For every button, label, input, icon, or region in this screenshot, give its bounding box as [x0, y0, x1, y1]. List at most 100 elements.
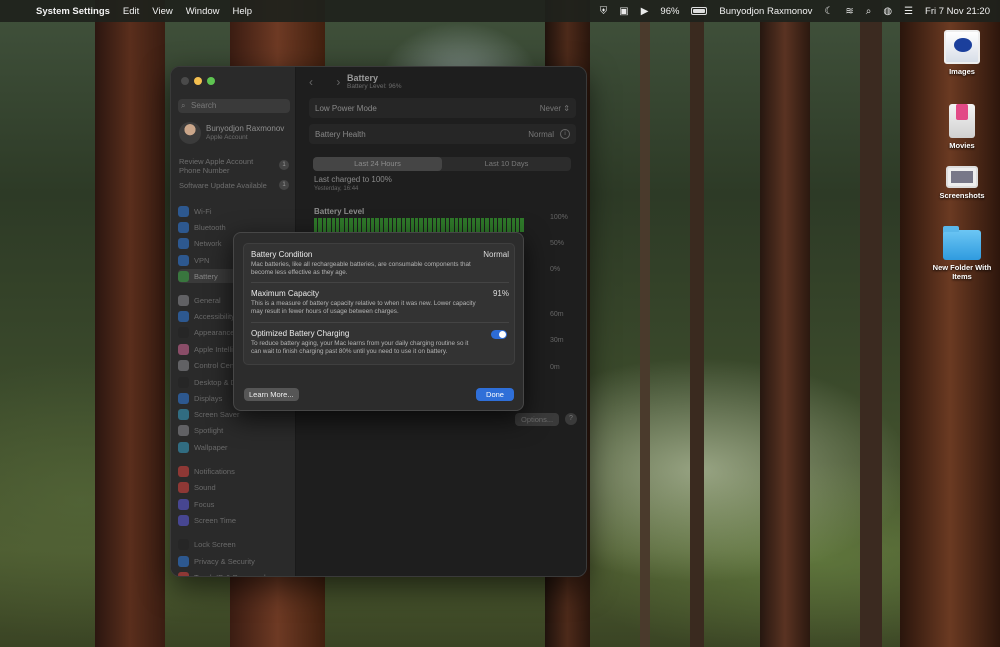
help-button[interactable]: ?: [565, 413, 577, 425]
battery-level-bar: [507, 218, 511, 232]
battery-level-bar: [485, 218, 489, 232]
desktop-icon-new-folder[interactable]: New Folder With Items: [924, 226, 1000, 281]
settings-icon: [178, 514, 189, 526]
desktop-icon-label: Movies: [949, 141, 975, 150]
menu-help[interactable]: Help: [233, 6, 253, 17]
pct-label-100: 100%: [550, 214, 568, 221]
sidebar-item-label: Battery: [194, 271, 218, 281]
done-button[interactable]: Done: [476, 388, 514, 401]
battery-level-bar: [379, 218, 384, 232]
avatar: [179, 122, 201, 144]
sidebar-item-sound[interactable]: Sound: [178, 480, 290, 494]
battery-level-bar: [335, 218, 340, 232]
sidebar-item-wi-fi[interactable]: Wi-Fi: [178, 204, 290, 218]
settings-icon: [178, 359, 189, 371]
account-subtitle: Apple Account: [206, 134, 248, 141]
wifi-icon[interactable]: ≋: [845, 6, 853, 17]
control-centre-icon[interactable]: ☰: [904, 6, 913, 17]
sidebar-item-label: Displays: [194, 393, 223, 403]
play-icon[interactable]: ▶: [641, 6, 649, 17]
battery-level-bar: [349, 218, 353, 232]
siri-icon[interactable]: ◍: [883, 6, 892, 17]
menu-view[interactable]: View: [152, 6, 172, 17]
app-menu[interactable]: System Settings: [36, 6, 110, 17]
sidebar-item-screen-time[interactable]: Screen Time: [178, 513, 290, 527]
battery-level-bar: [441, 218, 445, 232]
review-account-line2[interactable]: Phone Number: [179, 166, 229, 175]
menu-window[interactable]: Window: [186, 6, 220, 17]
battery-level-bar: [458, 218, 463, 232]
sidebar-item-focus[interactable]: Focus: [178, 497, 290, 511]
battery-health-row: Battery Health Normal i: [309, 124, 576, 144]
battery-level-bar: [445, 218, 450, 232]
optimized-charging-toggle[interactable]: [491, 330, 507, 339]
divider: [251, 322, 509, 323]
search-input[interactable]: ⌕ Search: [178, 99, 290, 113]
sticky-icon[interactable]: ▣: [619, 6, 628, 17]
battery-level-bar: [375, 218, 379, 232]
sidebar-item-privacy-security[interactable]: Privacy & Security: [178, 554, 290, 568]
sidebar-item-lock-screen[interactable]: Lock Screen: [178, 537, 290, 551]
battery-level-bar: [502, 218, 507, 232]
low-power-select[interactable]: Never ⇕: [540, 104, 570, 113]
battery-percent[interactable]: 96%: [660, 6, 679, 17]
sidebar-item-touch-id-password[interactable]: Touch ID & Password: [178, 570, 290, 576]
sidebar-item-label: Accessibility: [194, 311, 235, 321]
user-name[interactable]: Bunyodjon Raxmonov: [719, 6, 812, 17]
time-label-0m: 0m: [550, 364, 560, 371]
settings-icon: [178, 310, 189, 322]
tab-last-24-hours[interactable]: Last 24 Hours: [313, 157, 442, 171]
sidebar-item-label: Spotlight: [194, 425, 224, 435]
screenshots-folder-icon: [946, 166, 978, 188]
sidebar-item-wallpaper[interactable]: Wallpaper: [178, 440, 290, 454]
maximum-capacity-title: Maximum Capacity: [251, 289, 320, 298]
sidebar-item-label: Lock Screen: [194, 539, 236, 549]
battery-icon[interactable]: [691, 7, 708, 15]
settings-icon: [178, 376, 189, 388]
divider: [251, 282, 509, 283]
desktop-icon-movies[interactable]: Movies: [924, 96, 1000, 150]
battery-level-bar: [432, 218, 436, 232]
low-power-mode-row: Low Power Mode Never ⇕: [309, 98, 576, 118]
menu-edit[interactable]: Edit: [123, 6, 139, 17]
sidebar-item-spotlight[interactable]: Spotlight: [178, 423, 290, 437]
nav-back-forward[interactable]: ‹ ›: [309, 75, 350, 89]
battery-level-bar: [340, 218, 344, 232]
review-account-line1[interactable]: Review Apple Account: [179, 157, 253, 166]
apple-account[interactable]: Bunyodjon Raxmonov Apple Account: [179, 122, 291, 144]
last-charged-time: Yesterday, 16:44: [314, 186, 359, 192]
battery-level-bar: [467, 218, 472, 232]
close-button[interactable]: [181, 77, 189, 85]
sidebar-item-label: Sound: [194, 482, 216, 492]
zoom-button[interactable]: [207, 77, 215, 85]
settings-icon: [178, 465, 189, 477]
learn-more-button[interactable]: Learn More...: [244, 388, 299, 401]
pct-label-50: 50%: [550, 240, 565, 247]
folder-icon: [943, 226, 981, 260]
battery-level-bar: [357, 218, 362, 232]
search-placeholder: Search: [191, 101, 217, 110]
minimize-button[interactable]: [194, 77, 202, 85]
software-update-link[interactable]: Software Update Available: [179, 181, 267, 190]
sidebar-item-notifications[interactable]: Notifications: [178, 464, 290, 478]
optimized-charging-item: Optimized Battery Charging To reduce bat…: [251, 329, 509, 356]
battery-level-bar: [366, 218, 371, 232]
battery-level-bar: [414, 218, 419, 232]
settings-icon: [178, 571, 189, 576]
low-power-label: Low Power Mode: [315, 103, 377, 113]
battery-level-bar: [423, 218, 428, 232]
settings-icon: [178, 408, 189, 420]
desktop-icon-images[interactable]: Images: [924, 30, 1000, 76]
clock[interactable]: Fri 7 Nov 21:20: [925, 6, 990, 17]
battery-condition-title: Battery Condition: [251, 250, 313, 259]
shield-icon[interactable]: ⛨: [600, 6, 608, 17]
info-icon[interactable]: i: [560, 129, 570, 139]
tab-last-10-days[interactable]: Last 10 Days: [442, 157, 571, 171]
search-icon[interactable]: ⌕: [866, 6, 872, 17]
battery-level-title: Battery Level: [314, 207, 365, 216]
moon-icon[interactable]: ☾: [824, 6, 833, 17]
battery-level-bar: [489, 218, 494, 232]
desktop-icon-screenshots[interactable]: Screenshots: [924, 160, 1000, 200]
settings-icon: [178, 441, 189, 453]
options-button[interactable]: Options...: [515, 413, 560, 426]
